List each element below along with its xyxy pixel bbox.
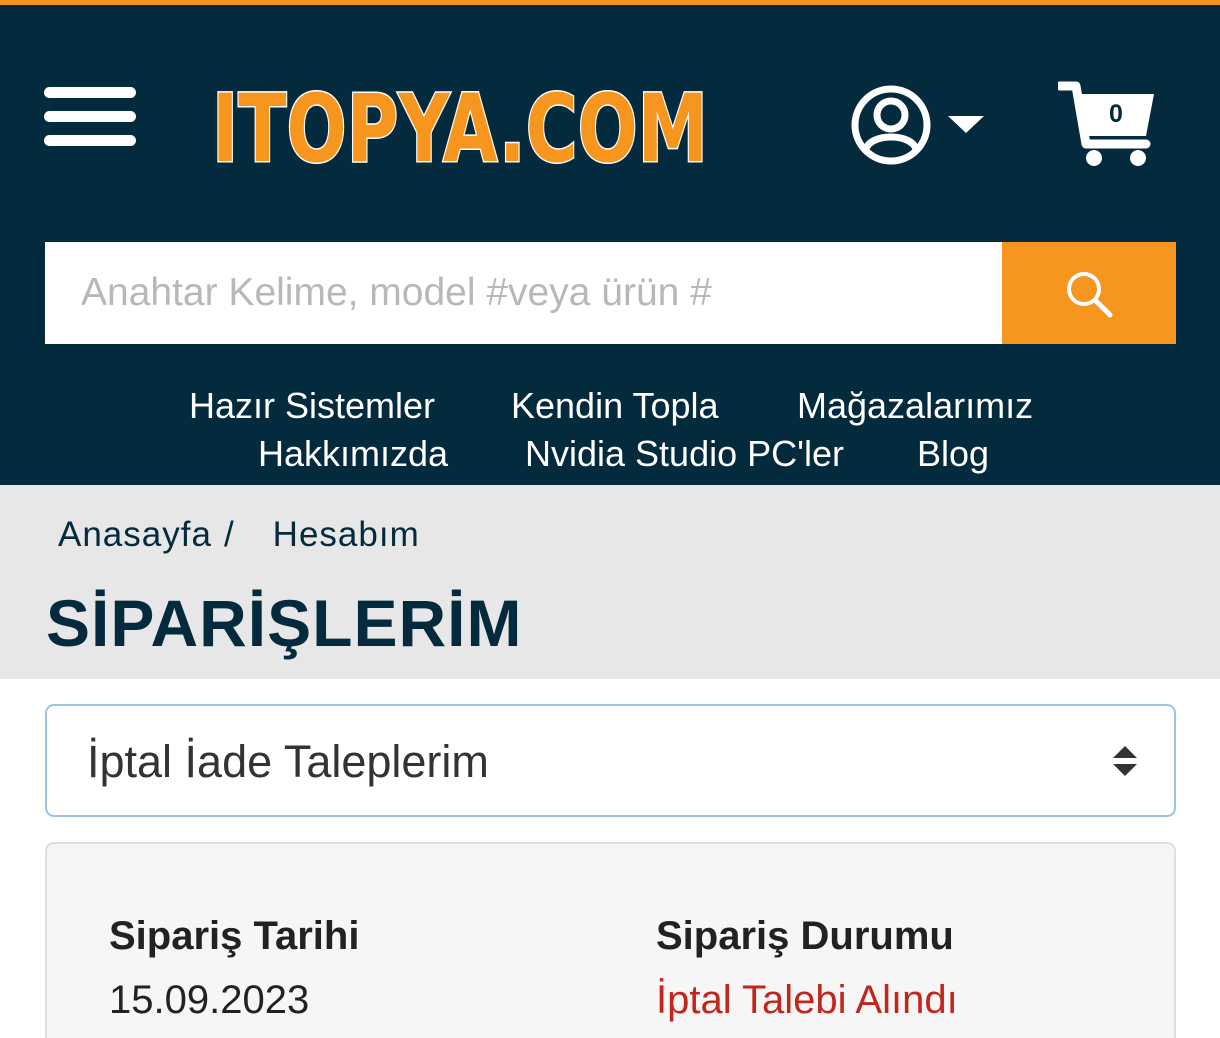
cart-button[interactable]: 0 (1055, 80, 1158, 170)
account-menu[interactable] (849, 83, 989, 167)
breadcrumb-separator: / (223, 515, 235, 554)
nav-link-kendin-topla[interactable]: Kendin Topla (511, 386, 719, 426)
search-input[interactable] (45, 242, 1003, 344)
nav-link-magazalarimiz[interactable]: Mağazalarımız (797, 386, 1033, 426)
breadcrumb: Anasayfa / Hesabım (58, 515, 420, 555)
order-status-value: İptal Talebi Alındı (656, 978, 958, 1022)
order-card: Sipariş Tarihi 15.09.2023 Sipariş Durumu… (45, 842, 1176, 1038)
menu-icon[interactable] (44, 87, 136, 151)
order-date-value: 15.09.2023 (109, 978, 310, 1022)
site-header: ITOPYA.COM 0 Hazır Sistemler Kendin Topl… (0, 5, 1220, 485)
order-date-label: Sipariş Tarihi (109, 914, 360, 958)
logo-wordmark: ITOPYA.COM (211, 74, 710, 186)
order-filter-selected-value: İptal İade Taleplerim (87, 736, 489, 787)
site-logo[interactable]: ITOPYA.COM (208, 74, 713, 186)
cart-count-badge: 0 (1109, 100, 1123, 128)
breadcrumb-account-link[interactable]: Hesabım (273, 515, 420, 554)
nav-link-hakkimizda[interactable]: Hakkımızda (258, 434, 448, 474)
nav-link-nvidia-studio[interactable]: Nvidia Studio PC'ler (525, 434, 844, 474)
nav-link-blog[interactable]: Blog (917, 434, 989, 474)
nav-link-hazir-sistemler[interactable]: Hazır Sistemler (189, 386, 435, 426)
order-filter-select[interactable]: İptal İade Taleplerim (45, 704, 1176, 817)
search-button[interactable] (1002, 242, 1176, 344)
page-title: SİPARİŞLERİM (46, 586, 523, 660)
user-icon (851, 85, 931, 165)
select-arrows-icon (1113, 746, 1137, 776)
search-icon (1067, 272, 1113, 318)
chevron-down-icon (948, 116, 984, 133)
svg-text:ITOPYA.COM: ITOPYA.COM (212, 75, 708, 175)
order-status-label: Sipariş Durumu (656, 914, 954, 958)
page-heading-area: Anasayfa / Hesabım SİPARİŞLERİM (0, 485, 1220, 679)
breadcrumb-home-link[interactable]: Anasayfa (58, 515, 212, 554)
